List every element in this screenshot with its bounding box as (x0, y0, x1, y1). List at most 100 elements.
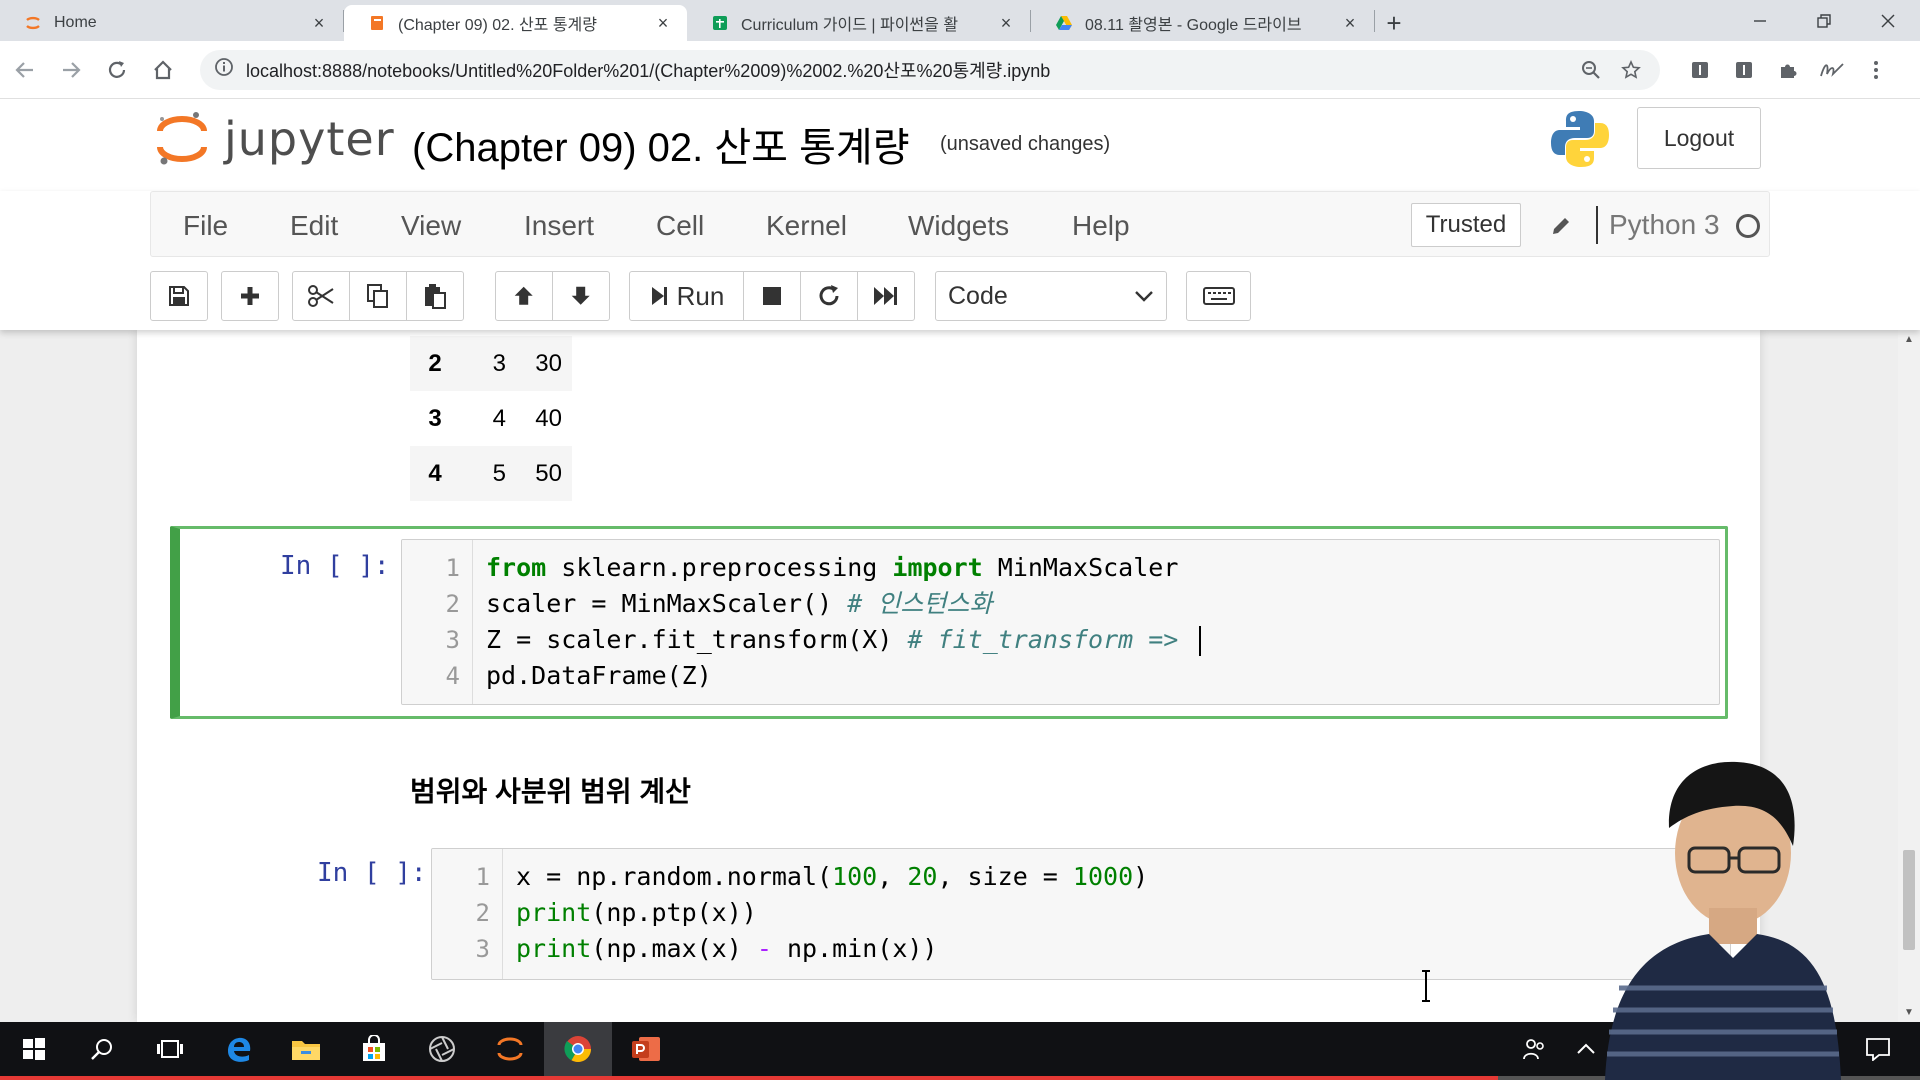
edge-browser-icon[interactable] (204, 1022, 272, 1076)
back-arrow-icon[interactable] (4, 49, 46, 91)
close-icon[interactable]: × (309, 13, 329, 34)
kernel-idle-indicator (1736, 214, 1760, 238)
code-editor[interactable]: 1 2 3 4 from sklearn.preprocessing impor… (401, 539, 1720, 705)
move-up-button[interactable] (495, 271, 553, 321)
save-button[interactable] (150, 271, 208, 321)
input-prompt: In [ ]: (317, 858, 427, 888)
notifications-icon[interactable] (1844, 1022, 1912, 1076)
menu-cell[interactable]: Cell (656, 210, 704, 242)
sheets-favicon-icon (711, 14, 729, 32)
chrome-icon[interactable] (544, 1022, 612, 1076)
menu-help[interactable]: Help (1072, 210, 1130, 242)
menu-view[interactable]: View (401, 210, 461, 242)
paste-button[interactable] (406, 271, 464, 321)
code-area[interactable]: x = np.random.normal(100, 20, size = 100… (516, 859, 1730, 979)
run-label: Run (676, 280, 725, 311)
code-text: sklearn.preprocessing (546, 553, 893, 582)
scroll-up-icon[interactable]: ▲ (1904, 334, 1914, 345)
file-explorer-icon[interactable] (272, 1022, 340, 1076)
scroll-down-icon[interactable]: ▼ (1904, 1007, 1914, 1018)
menu-kernel[interactable]: Kernel (766, 210, 847, 242)
close-icon[interactable]: × (653, 13, 673, 34)
move-down-button[interactable] (552, 271, 610, 321)
code-cell-selected[interactable]: In [ ]: 1 2 3 4 from sklearn.preprocessi… (170, 526, 1728, 719)
code-text: ) (1133, 862, 1149, 891)
tab-notebook[interactable]: (Chapter 09) 02. 산포 통계량 × (344, 5, 687, 41)
line-number-gutter: 1 2 3 4 (402, 540, 473, 704)
aperture-app-icon[interactable] (408, 1022, 476, 1076)
new-tab-button[interactable]: + (1375, 5, 1413, 41)
powerpoint-icon[interactable] (612, 1022, 680, 1076)
tab-curriculum[interactable]: Curriculum 가이드 | 파이썬을 활 × (687, 5, 1030, 41)
restart-button[interactable] (800, 271, 858, 321)
kernel-name[interactable]: Python 3 (1609, 209, 1720, 241)
restart-icon (819, 285, 839, 306)
notebook-title[interactable]: (Chapter 09) 02. 산포 통계량 (412, 115, 910, 173)
insert-group (221, 271, 279, 321)
cut-button[interactable] (292, 271, 350, 321)
keyword: from (486, 553, 547, 582)
page-scrollbar[interactable]: ▲ ▼ (1898, 330, 1920, 1022)
pencil-icon[interactable] (1541, 206, 1581, 246)
home-icon[interactable] (142, 49, 184, 91)
bookmark-star-icon[interactable] (1616, 55, 1646, 85)
logout-button[interactable]: Logout (1637, 107, 1761, 169)
code-area[interactable]: from sklearn.preprocessing import MinMax… (486, 550, 1719, 704)
extension-reader-icon[interactable] (1678, 49, 1722, 91)
minimize-icon[interactable] (1728, 0, 1792, 41)
restore-icon[interactable] (1792, 0, 1856, 41)
trusted-badge[interactable]: Trusted (1411, 203, 1521, 247)
info-icon[interactable] (214, 57, 234, 82)
jupyter-logo[interactable]: jupyter (156, 111, 395, 167)
line-number-gutter: 1 2 3 (432, 849, 503, 979)
save-group (150, 271, 208, 321)
copy-button[interactable] (349, 271, 407, 321)
dataframe-output: 2 3 30 3 4 40 4 5 50 (410, 336, 572, 501)
arrow-up-icon (514, 286, 533, 305)
reload-icon[interactable] (96, 49, 138, 91)
close-icon[interactable]: × (1340, 13, 1360, 34)
command-palette-button[interactable] (1186, 271, 1251, 321)
browser-menu-icon[interactable] (1854, 49, 1898, 91)
code-cell[interactable]: In [ ]: 1 2 3 x = np.random.normal(100, … (170, 836, 1731, 1016)
profile-signature-icon[interactable] (1810, 49, 1854, 91)
menu-file[interactable]: File (183, 210, 228, 242)
kernel-separator (1596, 206, 1598, 244)
run-all-button[interactable] (857, 271, 915, 321)
search-icon[interactable] (68, 1022, 136, 1076)
tab-google-drive[interactable]: 08.11 촬영본 - Google 드라이브 × (1031, 5, 1374, 41)
address-bar[interactable]: localhost:8888/notebooks/Untitled%20Fold… (200, 49, 1660, 90)
interrupt-button[interactable] (743, 271, 801, 321)
row-index: 3 (428, 404, 442, 432)
extensions-puzzle-icon[interactable] (1766, 49, 1810, 91)
line-number: 3 (475, 935, 490, 963)
menu-edit[interactable]: Edit (290, 210, 338, 242)
zoom-icon[interactable] (1576, 55, 1606, 85)
menu-insert[interactable]: Insert (524, 210, 594, 242)
window-close-icon[interactable] (1856, 0, 1920, 41)
store-icon[interactable] (340, 1022, 408, 1076)
extension-notes-icon[interactable] (1722, 49, 1766, 91)
scrollbar-thumb[interactable] (1903, 850, 1915, 950)
menu-widgets[interactable]: Widgets (908, 210, 1009, 242)
edit-group (292, 271, 464, 321)
close-icon[interactable]: × (996, 13, 1016, 34)
cell-type-select[interactable]: Code (935, 271, 1167, 321)
run-button[interactable]: Run (629, 271, 744, 321)
table-row: 4 5 50 (410, 446, 572, 501)
code-editor[interactable]: 1 2 3 x = np.random.normal(100, 20, size… (431, 848, 1731, 980)
insert-cell-button[interactable] (221, 271, 279, 321)
extension-icons (1678, 49, 1898, 91)
task-view-icon[interactable] (136, 1022, 204, 1076)
code-text: scaler = MinMaxScaler() (486, 589, 848, 618)
tab-home[interactable]: Home × (0, 5, 343, 41)
jupyter-app-icon[interactable] (476, 1022, 544, 1076)
code-line: print(np.ptp(x)) (516, 895, 757, 931)
notebook-favicon-icon (368, 14, 386, 32)
save-icon (169, 286, 189, 306)
table-row: 2 3 30 (410, 336, 572, 391)
notebook-container[interactable]: 2 3 30 3 4 40 4 5 50 In [ ]: 1 2 3 4 fro… (137, 330, 1760, 1022)
forward-arrow-icon[interactable] (50, 49, 92, 91)
windows-start-icon[interactable] (0, 1022, 68, 1076)
move-group (495, 271, 610, 321)
